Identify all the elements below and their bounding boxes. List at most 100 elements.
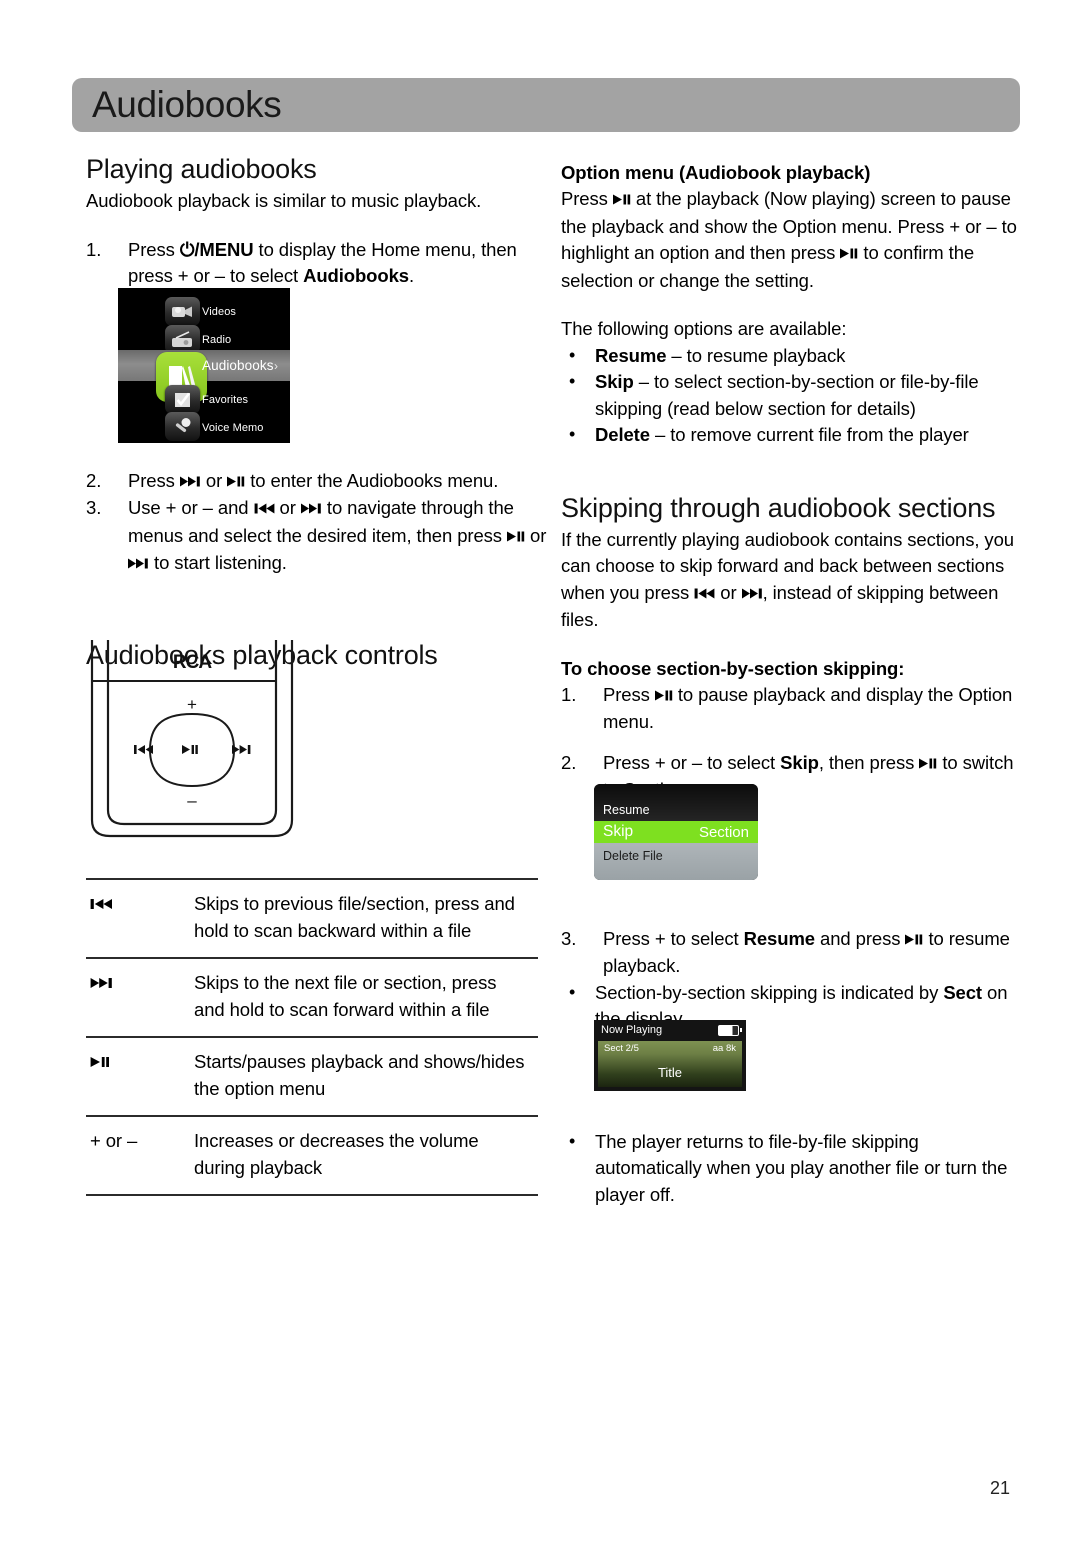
- favorites-icon: [165, 385, 200, 414]
- option-desc: – to remove current file from the player: [649, 424, 969, 445]
- cs2-text-a: Press + or – to select: [603, 751, 781, 773]
- menu-item-label: Favorites: [202, 393, 249, 406]
- option-desc: – to select section-by-section or file-b…: [595, 371, 979, 419]
- menu-item-audiobooks[interactable]: Audiobooks ›: [118, 350, 290, 402]
- option-menu-screenshot: Resume Skip Section Delete File: [594, 784, 758, 880]
- volume-down-label: –: [187, 791, 197, 810]
- choose-step-2-marker: 2.: [561, 751, 577, 773]
- menu-item-label: Audiobooks: [202, 358, 274, 373]
- play-pause-icon: [90, 1050, 110, 1077]
- menu-item-videos[interactable]: Videos: [118, 296, 290, 327]
- playing-audiobooks-heading: Playing audiobooks: [86, 154, 317, 184]
- skipping-sections-heading: Skipping through audiobook sections: [561, 492, 996, 523]
- menu-item-favorites[interactable]: Favorites: [118, 384, 290, 415]
- table-row: Starts/pauses playback and shows/hides t…: [86, 1036, 538, 1116]
- section-indicator: Sect 2/5: [604, 1043, 639, 1054]
- choose-step-3-marker: 3.: [561, 927, 577, 949]
- battery-icon: [718, 1024, 742, 1036]
- chevron-right-icon: ›: [274, 358, 278, 373]
- voice-memo-icon: [165, 412, 200, 441]
- home-menu-screenshot: Videos Radio Audiobooks › Favorites Voic…: [118, 288, 290, 443]
- format-indicator: aa 8k: [712, 1043, 736, 1054]
- control-description: Increases or decreases the volume during…: [194, 1115, 538, 1196]
- step-1: 1. Press ⏻/MENU to display the Home menu,…: [86, 237, 548, 290]
- option-row-label: Skip: [603, 823, 634, 840]
- now-playing-label: Now Playing: [601, 1024, 663, 1036]
- now-playing-info-row: Sect 2/5 aa 8k: [598, 1043, 742, 1054]
- cs2-bold-a: Skip: [780, 751, 819, 773]
- option-item-delete: • Delete – to remove current file from th…: [561, 422, 1023, 449]
- menu-item-voice-memo[interactable]: Voice Memo: [118, 412, 290, 443]
- playing-audiobooks-steps-cont: 2. Press or to enter the Audiobooks menu.…: [86, 468, 548, 578]
- control-description: Starts/pauses playback and shows/hides t…: [194, 1036, 538, 1116]
- option-menu-paragraph: Press at the playback (Now playing) scre…: [561, 186, 1023, 294]
- step-3-text-d: or: [524, 524, 547, 546]
- play-pause-icon: [654, 683, 673, 710]
- next-track-icon: [741, 581, 763, 608]
- option-row-resume[interactable]: Resume: [594, 798, 758, 822]
- play-pause-icon: [612, 187, 631, 214]
- control-description: Skips to previous file/section, press an…: [194, 878, 538, 958]
- brand-label: RCA: [173, 652, 212, 673]
- play-pause-icon: [506, 524, 525, 551]
- page-title: Audiobooks: [92, 84, 282, 125]
- bullet-icon: •: [569, 344, 576, 365]
- cs2-text-b: , then press: [818, 751, 920, 773]
- bullet-icon: •: [569, 1130, 576, 1151]
- now-playing-screenshot: Now Playing Sect 2/5 aa 8k Title: [594, 1020, 746, 1091]
- play-pause-icon: [182, 745, 198, 754]
- step-1-text-c: .: [408, 265, 415, 286]
- track-title: Title: [657, 1065, 683, 1080]
- step-1-bold-a: ⏻/MENU: [179, 238, 254, 260]
- next-track-icon: [179, 469, 201, 496]
- cs3-text-a: Press + to select: [603, 927, 744, 949]
- option-label: Resume: [595, 344, 667, 366]
- options-intro: The following options are available:: [561, 318, 847, 339]
- option-desc: – to resume playback: [666, 344, 846, 366]
- play-pause-icon: [227, 469, 245, 496]
- step-1-bold-b: Audiobooks: [303, 265, 409, 286]
- skipping-paragraph: If the currently playing audiobook conta…: [561, 527, 1023, 634]
- option-row-skip[interactable]: Skip Section: [594, 821, 758, 843]
- choose-step-1-marker: 1.: [561, 683, 577, 705]
- step-3-text-e: to start listening.: [149, 552, 287, 573]
- menu-item-label: Voice Memo: [202, 421, 264, 434]
- step-2-text-b: or: [200, 469, 228, 491]
- menu-item-label: Videos: [202, 305, 237, 318]
- playback-controls-table: Skips to previous file/section, press an…: [86, 878, 538, 1196]
- step-3-text-a: Use + or – and: [128, 497, 254, 518]
- bullet-icon: •: [569, 371, 576, 391]
- next-track-icon: [300, 496, 322, 523]
- skip-text-b: or: [715, 581, 742, 603]
- prev-track-icon: [694, 581, 715, 608]
- option-row-value: Section: [698, 823, 749, 841]
- step-3-text-b: or: [274, 497, 301, 518]
- option-row-delete-file[interactable]: Delete File: [594, 844, 758, 868]
- bullet-icon: •: [569, 981, 576, 1002]
- control-key-cell: + or –: [86, 1115, 194, 1196]
- control-key-cell: [86, 1036, 194, 1116]
- control-key-cell: [86, 878, 194, 958]
- step-1-marker: 1.: [86, 238, 102, 260]
- menu-item-label: Radio: [202, 333, 232, 346]
- opt-text-a: Press: [561, 188, 613, 209]
- step-3: 3. Use + or – and or to navigate through …: [86, 495, 548, 578]
- option-list: • Resume – to resume playback • Skip – to …: [561, 343, 1023, 449]
- step-2: 2. Press or to enter the Audiobooks menu.: [86, 468, 548, 496]
- now-playing-body: Sect 2/5 aa 8k Title: [598, 1041, 742, 1087]
- cs1-text-a: Press: [603, 683, 655, 705]
- option-item-skip: • Skip – to select section-by-section or …: [561, 369, 1023, 422]
- prev-track-icon: [254, 496, 275, 523]
- choose-skipping-heading: To choose section-by-section skipping:: [561, 657, 905, 679]
- control-key-cell: [86, 957, 194, 1037]
- next-track-icon: [128, 551, 149, 578]
- step-2-text-c: to enter the Audiobooks menu.: [245, 469, 499, 491]
- bullet-auto-return: • The player returns to file-by-file skip…: [561, 1129, 1023, 1209]
- final-bullet-autoreturn: • The player returns to file-by-file skip…: [561, 1129, 1023, 1209]
- play-pause-icon: [905, 927, 923, 954]
- playing-audiobooks-intro: Audiobook playback is similar to music p…: [86, 190, 482, 211]
- videos-icon: [165, 297, 200, 326]
- fb2-text-a: The player returns to file-by-file skipp…: [595, 1130, 1008, 1205]
- now-playing-titlebar: Now Playing: [594, 1020, 746, 1040]
- step-3-marker: 3.: [86, 497, 102, 518]
